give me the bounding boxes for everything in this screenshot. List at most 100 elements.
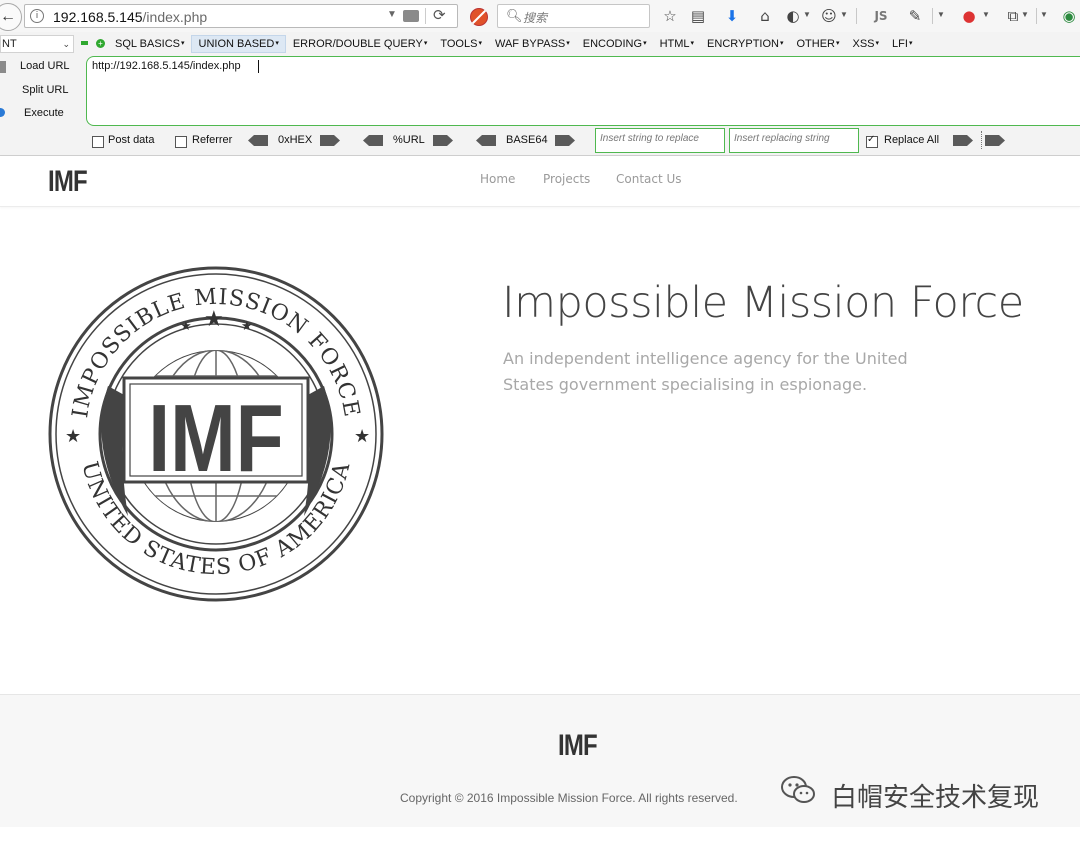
hackbar-menu-label: ENCRYPTION: [707, 38, 779, 50]
caret-down-icon: ▾: [423, 40, 428, 47]
base64-encode-arrow-icon[interactable]: [555, 135, 575, 146]
noscript-icon[interactable]: [470, 8, 488, 26]
wechat-icon: [781, 776, 815, 803]
seal-star-icon: ★: [204, 307, 224, 332]
addon-dropdown-icon[interactable]: ▼: [803, 10, 811, 19]
toolbar-divider: [856, 8, 857, 24]
addon-icon[interactable]: ◐: [784, 7, 802, 25]
caret-down-icon: ▾: [566, 40, 570, 47]
replace-alt-arrow-icon[interactable]: [985, 135, 1005, 146]
seal-star-icon: ★: [180, 319, 192, 334]
record-dropdown-icon[interactable]: ▼: [982, 10, 990, 19]
seal-star-icon: ★: [241, 319, 253, 334]
hackbar-menu-label: UNION BASED: [198, 38, 275, 50]
url-encode-arrow-icon[interactable]: [433, 135, 453, 146]
replace-all-checkbox[interactable]: [866, 134, 878, 148]
hackbar-menu-other[interactable]: OTHER▾: [789, 35, 845, 53]
hackbar-menu-xss[interactable]: XSS▾: [846, 35, 886, 53]
caret-down-icon: ▾: [690, 40, 695, 47]
hackbar-menu-label: LFI: [892, 38, 908, 50]
hackbar-select[interactable]: NT ⌄: [0, 35, 74, 53]
back-icon: ←: [0, 8, 16, 25]
hackbar-menu-error-double-query[interactable]: ERROR/DOUBLE QUERY▾: [286, 35, 434, 53]
download-icon[interactable]: ⬇: [723, 7, 741, 25]
plus-icon[interactable]: +: [96, 39, 105, 48]
nav-home[interactable]: Home: [480, 172, 515, 186]
bookmark-star-icon[interactable]: ☆: [661, 7, 679, 25]
caret-down-icon: ▾: [478, 40, 482, 47]
base64-decode-arrow-icon[interactable]: [476, 135, 496, 146]
replace-string-input[interactable]: Insert string to replace: [595, 128, 725, 153]
url-encode-label: %URL: [393, 134, 425, 146]
hex-label: 0xHEX: [278, 134, 313, 146]
hex-decode-arrow-icon[interactable]: [248, 135, 268, 146]
hackbar-menu-waf-bypass[interactable]: WAF BYPASS▾: [488, 35, 576, 53]
split-url-label: Split URL: [22, 84, 69, 96]
replacing-string-input[interactable]: Insert replacing string: [729, 128, 859, 153]
minus-icon[interactable]: [81, 41, 88, 45]
seal-center-text: IMF: [148, 385, 284, 492]
container-icon[interactable]: ⧉: [1004, 7, 1022, 25]
info-icon[interactable]: i: [30, 9, 44, 23]
hackbar-menu-html[interactable]: HTML▾: [653, 35, 700, 53]
hackbar-menu-sql-basics[interactable]: SQL BASICS▾: [108, 35, 191, 53]
search-box[interactable]: 🔍︎ 搜索: [497, 4, 650, 28]
hackbar-url-value: http://192.168.5.145/index.php: [92, 60, 241, 72]
hackbar-menu-encryption[interactable]: ENCRYPTION▾: [700, 35, 789, 53]
hex-encode-arrow-icon[interactable]: [320, 135, 340, 146]
caret-down-icon: ▾: [875, 40, 880, 47]
hackbar-menu-lfi[interactable]: LFI▾: [885, 35, 918, 53]
url-decode-arrow-icon[interactable]: [363, 135, 383, 146]
overflow-dropdown-icon[interactable]: ▼: [1040, 10, 1048, 19]
url-host: 192.168.5.145: [53, 9, 143, 25]
caret-down-icon: ▾: [779, 40, 784, 47]
hackbar-url-textarea[interactable]: http://192.168.5.145/index.php: [86, 56, 1080, 126]
reader-icon[interactable]: [403, 10, 419, 22]
browser-toolbar: ← i 192.168.5.145/index.php ▼ ⟳ 🔍︎ 搜索 ☆ …: [0, 0, 1080, 33]
hackbar-panel: NT ⌄ + SQL BASICS▾ UNION BASED▾ ERROR/DOUBL…: [0, 32, 1080, 156]
record-icon[interactable]: ●: [960, 7, 978, 25]
url-text[interactable]: 192.168.5.145/index.php: [53, 9, 207, 25]
container-dropdown-icon[interactable]: ▼: [1021, 10, 1029, 19]
hackbar-menu-tools[interactable]: TOOLS▾: [433, 35, 488, 53]
home-icon[interactable]: ⌂: [756, 7, 774, 25]
seal-star-icon: ★: [65, 426, 81, 447]
hackbar-menu-union-based[interactable]: UNION BASED▾: [190, 35, 286, 53]
execute-icon: [0, 108, 5, 117]
hackbar-select-value: NT: [2, 38, 17, 50]
site-logo[interactable]: IMF: [48, 165, 88, 199]
imf-seal-logo: IMPOSSIBLE MISSION FORCE UNITED STATES O…: [48, 266, 384, 602]
site-header: IMF Home Projects Contact Us: [0, 156, 1080, 207]
js-icon[interactable]: JS: [872, 7, 890, 25]
plugin-dropdown-icon[interactable]: ▼: [937, 10, 945, 19]
reload-icon[interactable]: ⟳: [433, 6, 446, 24]
hackbar-menu-label: XSS: [852, 38, 875, 50]
caret-down-icon: ▾: [181, 40, 185, 47]
hero-title: Impossible Mission Force: [502, 278, 1024, 328]
chrome-icon[interactable]: ◉: [1060, 7, 1078, 25]
toolbar-divider: [932, 8, 933, 24]
url-bar[interactable]: i 192.168.5.145/index.php ▼ ⟳: [24, 4, 458, 28]
watermark-text: 白帽安全技术复现: [831, 783, 1040, 813]
reading-list-icon[interactable]: ▤: [689, 7, 707, 25]
hackbar-menu-label: WAF BYPASS: [494, 38, 566, 50]
palette-icon[interactable]: ☺: [820, 7, 838, 25]
post-data-checkbox[interactable]: [92, 136, 104, 148]
hackbar-menu-encoding[interactable]: ENCODING▾: [576, 35, 653, 53]
plugin-icon[interactable]: ✎: [906, 7, 924, 25]
hero-subtitle: An independent intelligence agency for t…: [503, 349, 908, 394]
back-button[interactable]: ←: [0, 3, 22, 31]
palette-dropdown-icon[interactable]: ▼: [840, 10, 848, 19]
replace-right-arrow-icon[interactable]: [953, 135, 973, 146]
hackbar-menu-label: ERROR/DOUBLE QUERY: [292, 38, 423, 50]
load-url-label: Load URL: [20, 60, 70, 72]
hackbar-menu-label: OTHER: [796, 38, 835, 50]
url-history-dropdown-icon[interactable]: ▼: [387, 9, 397, 20]
hackbar-menu-label: TOOLS: [440, 38, 478, 50]
hackbar-menu-label: SQL BASICS: [115, 38, 181, 50]
referrer-checkbox[interactable]: [175, 136, 187, 148]
toolbar-divider: [1036, 8, 1037, 24]
nav-projects[interactable]: Projects: [543, 172, 590, 186]
nav-contact[interactable]: Contact Us: [616, 172, 682, 186]
url-path: /index.php: [142, 9, 208, 25]
